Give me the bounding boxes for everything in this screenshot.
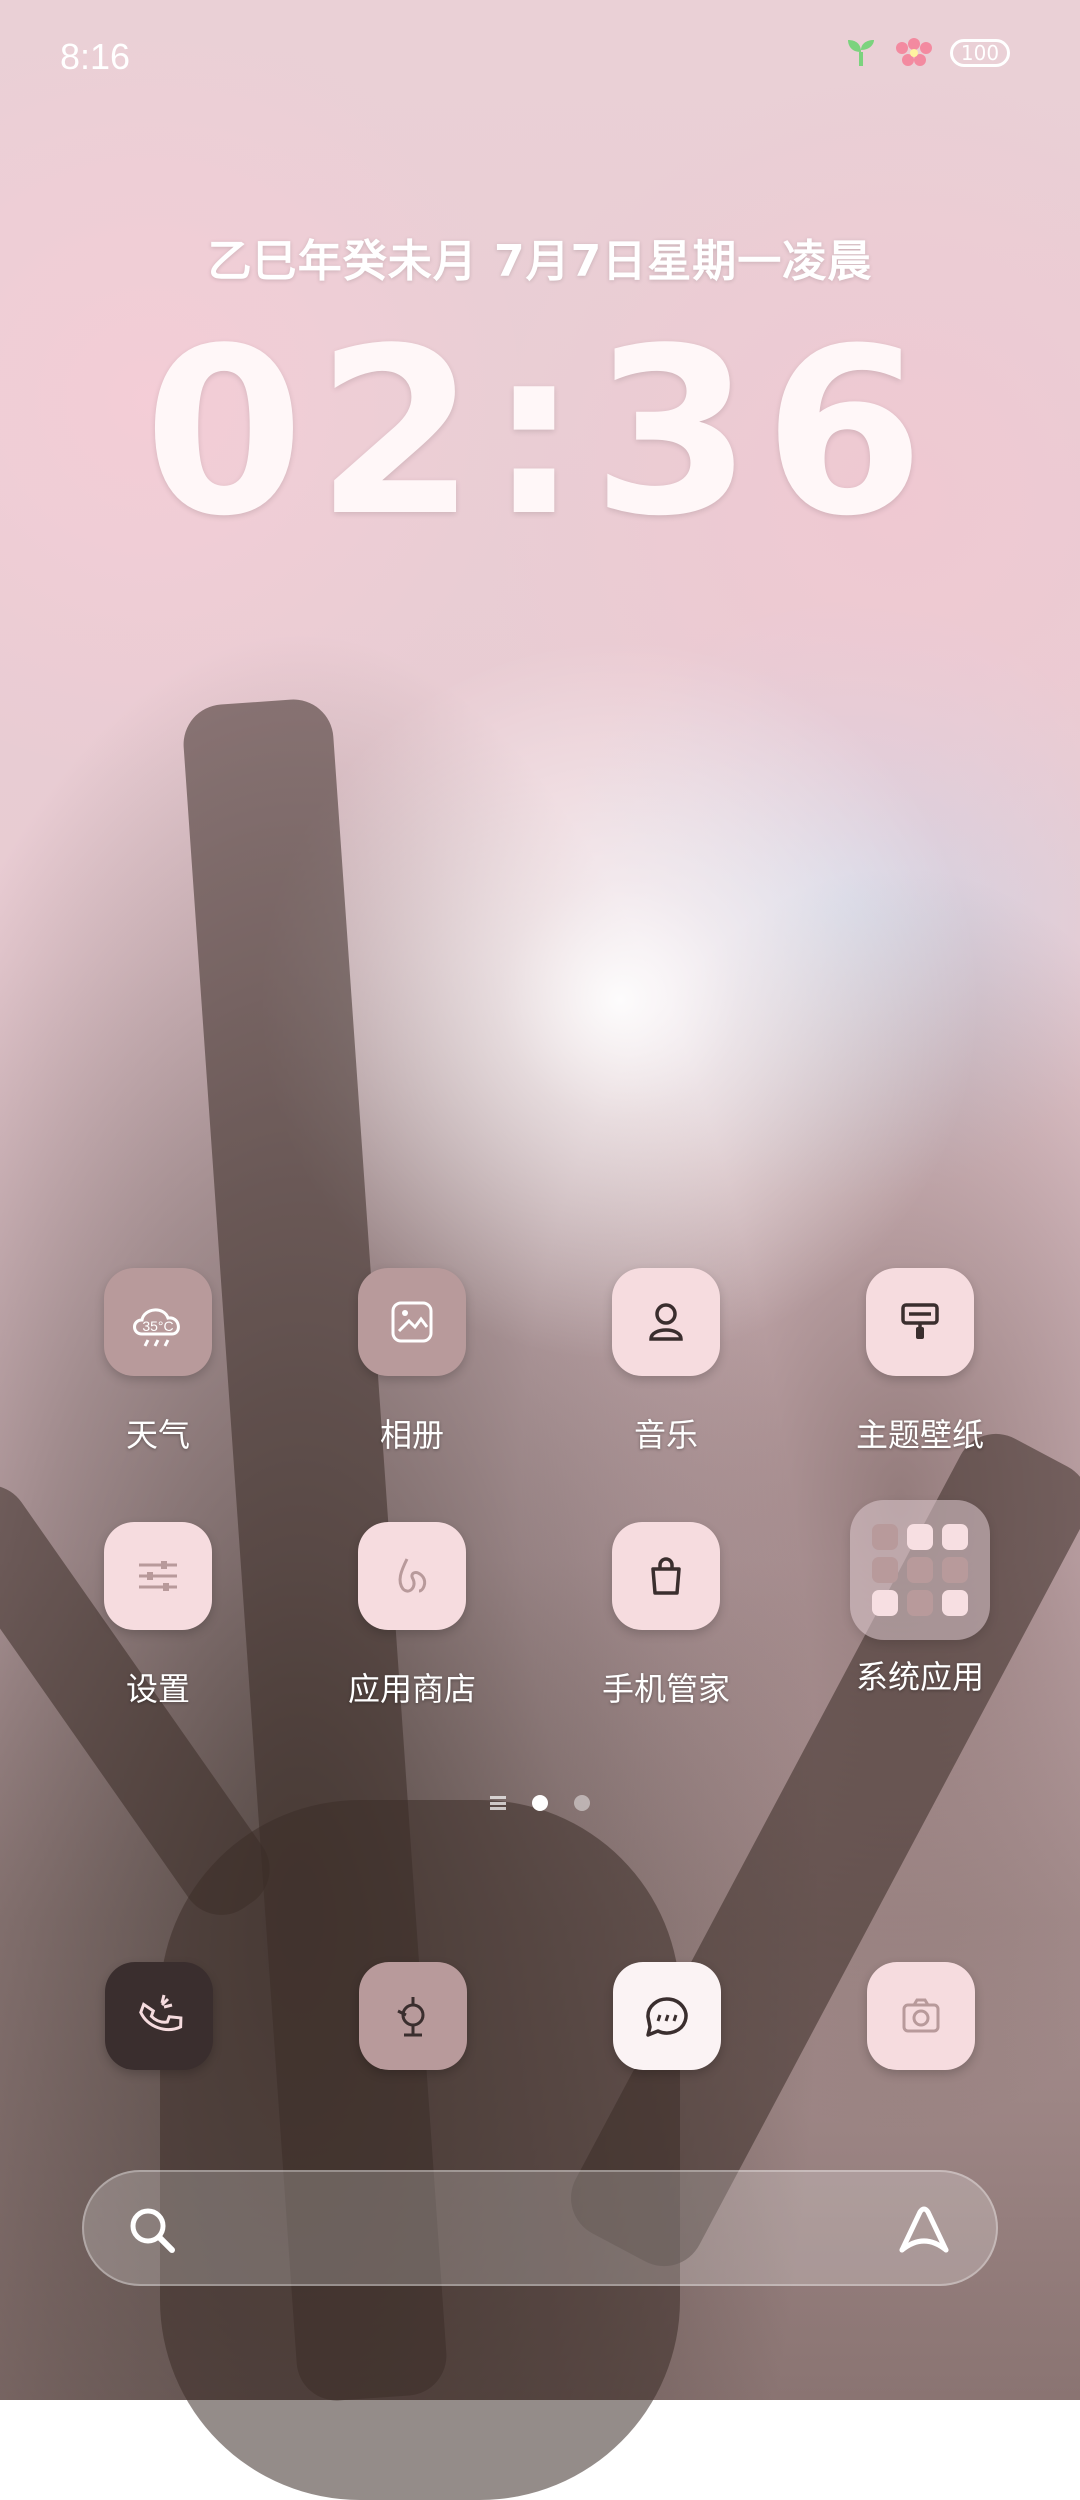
app-label: 应用商店 <box>347 1670 476 1708</box>
app-music[interactable]: 音乐 <box>571 1268 761 1456</box>
app-label: 手机管家 <box>601 1670 730 1708</box>
system-apps-folder[interactable]: 系统应用 <box>825 1500 1015 1698</box>
search-icon[interactable] <box>124 2202 180 2258</box>
clock-widget[interactable]: 02:36 <box>0 300 1080 567</box>
status-icons: 100 <box>844 36 1010 70</box>
app-label: 设置 <box>125 1670 190 1708</box>
battery-level: 100 <box>960 41 1000 65</box>
app-themes[interactable]: 主题壁纸 <box>825 1268 1015 1456</box>
page-indicator[interactable] <box>0 1795 1080 1811</box>
status-time: 8:16 <box>60 36 131 77</box>
app-store[interactable]: 应用商店 <box>317 1522 507 1710</box>
phone-manager-icon <box>612 1522 720 1630</box>
weather-icon: 35°C <box>104 1268 212 1376</box>
messages-icon[interactable] <box>613 1962 721 2070</box>
phone-icon[interactable] <box>105 1962 213 2070</box>
app-settings[interactable]: 设置 <box>63 1522 253 1710</box>
weather-temp: 35°C <box>142 1318 173 1334</box>
theme-icon <box>866 1268 974 1376</box>
lunar-date[interactable]: 乙巳年癸未月 7月7日星期一凌晨 <box>0 225 1080 289</box>
app-label: 音乐 <box>633 1416 698 1454</box>
app-store-icon <box>358 1522 466 1630</box>
assistant-icon[interactable] <box>892 2202 956 2258</box>
battery-indicator: 100 <box>950 39 1010 67</box>
app-label: 主题壁纸 <box>855 1416 984 1454</box>
folder-icon <box>850 1500 990 1640</box>
search-bar[interactable] <box>82 2170 998 2286</box>
app-label: 系统应用 <box>855 1658 984 1696</box>
status-bar: 8:16 100 <box>0 0 1080 110</box>
flower-icon <box>896 38 932 66</box>
app-label: 天气 <box>125 1416 190 1454</box>
app-weather[interactable]: 35°C 天气 <box>63 1268 253 1456</box>
page-dot-active[interactable] <box>532 1795 548 1811</box>
page-list-icon[interactable] <box>490 1796 506 1810</box>
sprout-icon <box>848 40 874 66</box>
app-phone-manager[interactable]: 手机管家 <box>571 1522 761 1710</box>
browser-icon[interactable] <box>359 1962 467 2070</box>
camera-icon[interactable] <box>867 1962 975 2070</box>
music-icon <box>612 1268 720 1376</box>
app-label: 相册 <box>379 1416 444 1454</box>
app-gallery[interactable]: 相册 <box>317 1268 507 1456</box>
settings-icon <box>104 1522 212 1630</box>
gallery-icon <box>358 1268 466 1376</box>
page-dot[interactable] <box>574 1795 590 1811</box>
